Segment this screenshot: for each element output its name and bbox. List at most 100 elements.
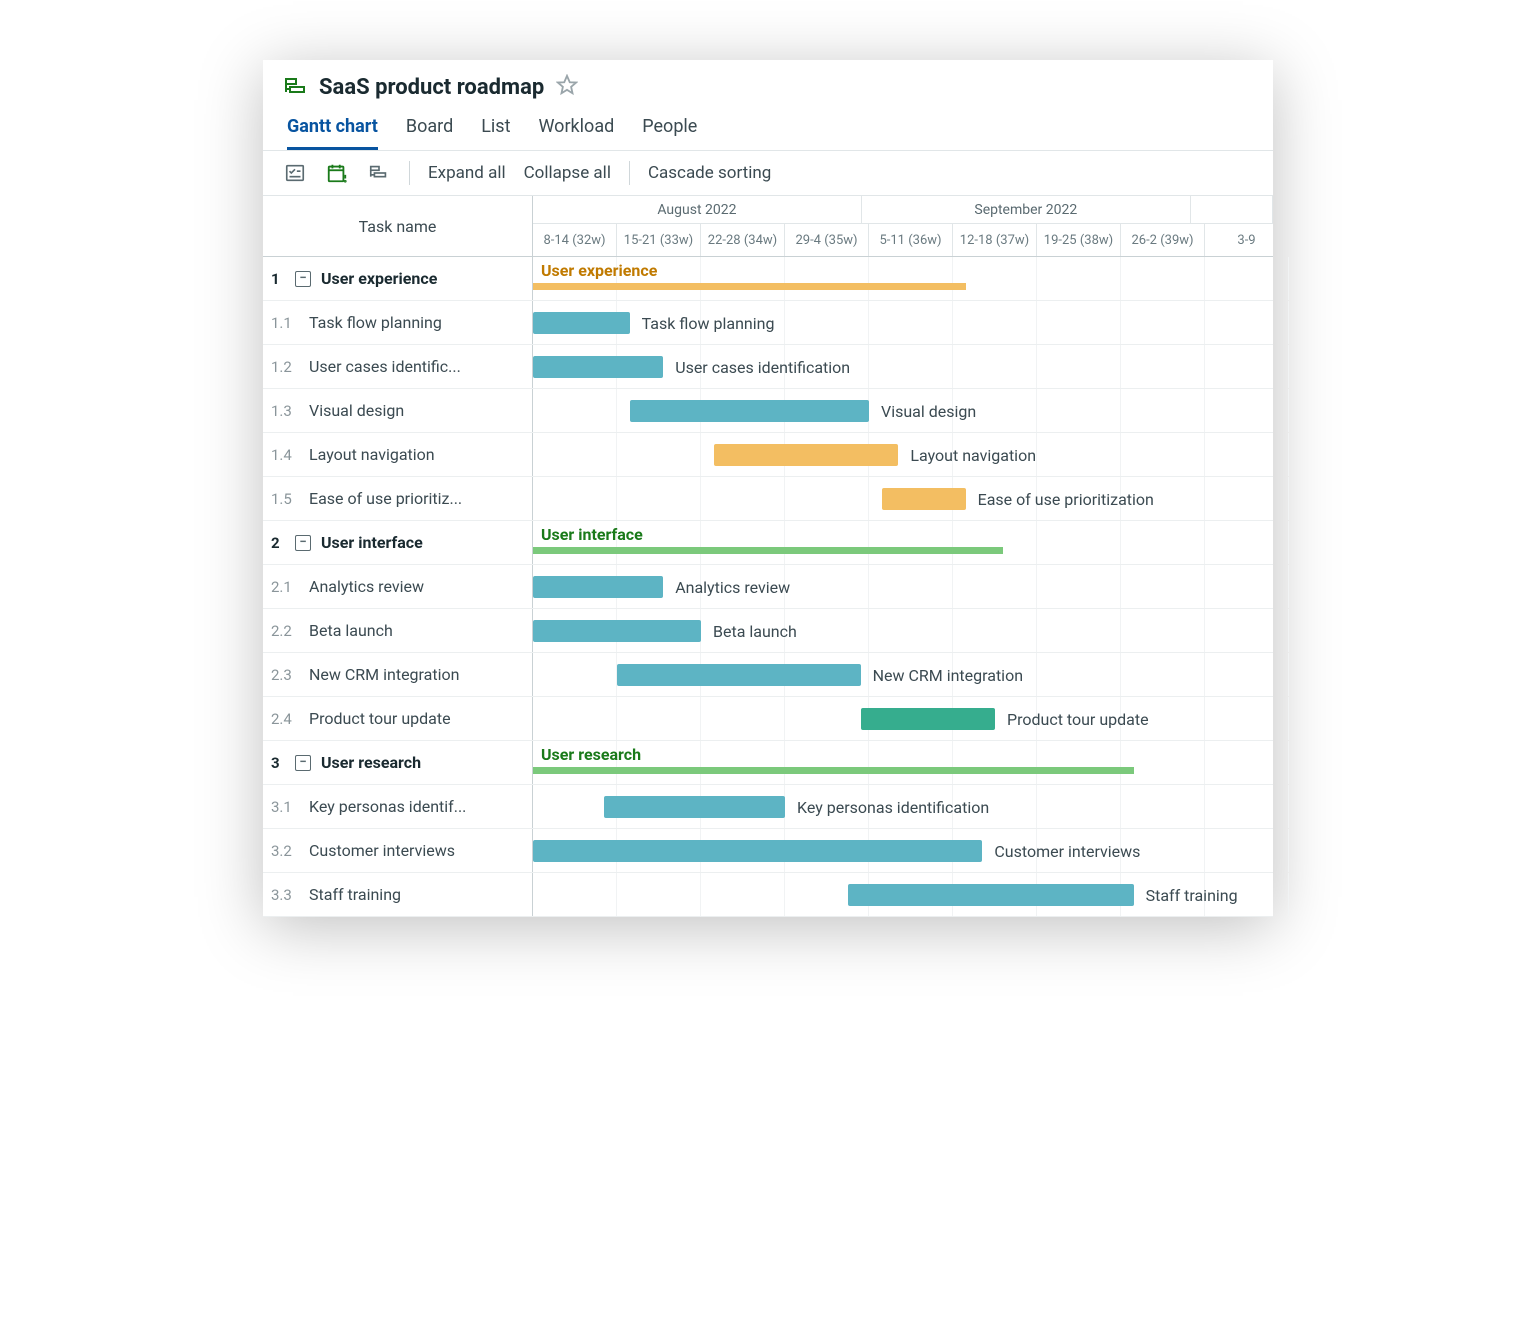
group-row: 1−User experienceUser experience <box>263 257 1273 301</box>
divider <box>629 161 630 185</box>
row-index: 2.2 <box>271 622 299 640</box>
task-row: 1.5 Ease of use prioritiz... Ease of use p… <box>263 477 1273 521</box>
task-name[interactable]: Analytics review <box>309 577 424 596</box>
tab-workload[interactable]: Workload <box>538 110 614 150</box>
task-bar-label: Task flow planning <box>642 312 775 334</box>
week-header: 26-2 (39w) <box>1121 224 1205 256</box>
task-bar-label: Customer interviews <box>994 840 1140 862</box>
task-row: 1.4Layout navigationLayout navigation <box>263 433 1273 477</box>
task-bar-label: User cases identification <box>675 356 850 378</box>
task-name[interactable]: Staff training <box>309 885 401 904</box>
task-name[interactable]: Beta launch <box>309 621 393 640</box>
week-header: 22-28 (34w) <box>701 224 785 256</box>
row-index: 3.2 <box>271 842 299 860</box>
task-bar[interactable] <box>533 840 982 862</box>
group-row: 3−User researchUser research <box>263 741 1273 785</box>
tab-board[interactable]: Board <box>406 110 453 150</box>
tabs: Gantt chart Board List Workload People <box>283 110 1253 150</box>
task-name[interactable]: New CRM integration <box>309 665 459 684</box>
month-header: August 2022 <box>533 196 862 223</box>
group-row: 2−User interfaceUser interface <box>263 521 1273 565</box>
week-header: 12-18 (37w) <box>953 224 1037 256</box>
row-index: 1.2 <box>271 358 299 376</box>
task-bar-label: Beta launch <box>713 620 797 642</box>
task-name[interactable]: Ease of use prioritiz... <box>309 489 462 508</box>
task-row: 3.3Staff trainingStaff training <box>263 873 1273 917</box>
task-bar[interactable] <box>604 796 785 818</box>
task-bar[interactable] <box>630 400 869 422</box>
row-index: 3 <box>271 754 285 772</box>
task-name[interactable]: Visual design <box>309 401 404 420</box>
group-bar-label: User interface <box>541 525 643 544</box>
group-bar-label: User experience <box>541 261 657 280</box>
row-index: 1.1 <box>271 314 299 332</box>
task-bar[interactable] <box>861 708 995 730</box>
grid-header: Task name August 2022 September 2022 8-1… <box>263 196 1273 257</box>
collapse-toggle[interactable]: − <box>295 535 311 551</box>
collapse-toggle[interactable]: − <box>295 755 311 771</box>
row-index: 2.3 <box>271 666 299 684</box>
week-header: 15-21 (33w) <box>617 224 701 256</box>
row-index: 2.4 <box>271 710 299 728</box>
tab-people[interactable]: People <box>642 110 697 150</box>
row-index: 1.5 <box>271 490 299 508</box>
row-index: 1.3 <box>271 402 299 420</box>
task-name[interactable]: Task flow planning <box>309 313 442 332</box>
task-bar[interactable] <box>533 620 701 642</box>
grid-body: 1−User experienceUser experience1.1Task … <box>263 257 1273 917</box>
task-name[interactable]: Customer interviews <box>309 841 455 860</box>
task-bar[interactable] <box>533 312 630 334</box>
row-index: 2 <box>271 534 285 552</box>
task-bar-label: New CRM integration <box>873 664 1023 686</box>
week-header: 8-14 (32w) <box>533 224 617 256</box>
header: SaaS product roadmap Gantt chart Board L… <box>263 60 1273 150</box>
task-bar[interactable] <box>533 576 663 598</box>
row-index: 3.1 <box>271 798 299 816</box>
toolbar: Expand all Collapse all Cascade sorting <box>263 150 1273 196</box>
week-header: 29-4 (35w) <box>785 224 869 256</box>
task-bar[interactable] <box>617 664 861 686</box>
week-header: 3-9 <box>1205 224 1273 256</box>
expand-all-button[interactable]: Expand all <box>428 163 506 183</box>
task-row: 2.2 Beta launch Beta launch <box>263 609 1273 653</box>
cascade-sorting-button[interactable]: Cascade sorting <box>648 163 771 183</box>
divider <box>409 161 410 185</box>
task-bar[interactable] <box>714 444 899 466</box>
project-icon <box>283 75 307 99</box>
collapse-all-button[interactable]: Collapse all <box>524 163 611 183</box>
task-name[interactable]: Product tour update <box>309 709 451 728</box>
task-bar[interactable] <box>848 884 1134 906</box>
week-header: 5-11 (36w) <box>869 224 953 256</box>
tab-list[interactable]: List <box>481 110 510 150</box>
timeline-header: August 2022 September 2022 8-14 (32w)15-… <box>533 196 1273 256</box>
task-name-column-header: Task name <box>263 196 533 256</box>
group-name: User experience <box>321 269 437 288</box>
task-row: 3.1Key personas identif...Key personas i… <box>263 785 1273 829</box>
calendar-alert-icon[interactable] <box>325 161 349 185</box>
checklist-icon[interactable] <box>283 161 307 185</box>
row-index: 1 <box>271 270 285 288</box>
task-bar-label: Ease of use prioritization <box>978 488 1154 510</box>
task-row: 2.4 Product tour update Product tour updat… <box>263 697 1273 741</box>
task-row: 2.1Analytics reviewAnalytics review <box>263 565 1273 609</box>
group-name: User interface <box>321 533 423 552</box>
task-bar[interactable] <box>533 356 663 378</box>
task-bar[interactable] <box>882 488 966 510</box>
task-name[interactable]: User cases identific... <box>309 357 461 376</box>
title-row: SaaS product roadmap <box>283 74 1253 110</box>
task-row: 2.3 New CRM integration New CRM integratio… <box>263 653 1273 697</box>
task-bar-label: Staff training <box>1146 884 1238 906</box>
task-name[interactable]: Key personas identif... <box>309 797 466 816</box>
gantt-view-icon[interactable] <box>367 161 391 185</box>
star-icon[interactable] <box>556 74 578 100</box>
group-bar[interactable] <box>533 283 966 290</box>
weeks-row: 8-14 (32w)15-21 (33w)22-28 (34w)29-4 (35… <box>533 224 1273 256</box>
task-bar-label: Product tour update <box>1007 708 1149 730</box>
row-index: 2.1 <box>271 578 299 596</box>
task-name[interactable]: Layout navigation <box>309 445 435 464</box>
group-bar[interactable] <box>533 767 1134 774</box>
tab-gantt-chart[interactable]: Gantt chart <box>287 110 378 150</box>
month-header <box>1191 196 1273 223</box>
group-bar[interactable] <box>533 547 1003 554</box>
collapse-toggle[interactable]: − <box>295 271 311 287</box>
